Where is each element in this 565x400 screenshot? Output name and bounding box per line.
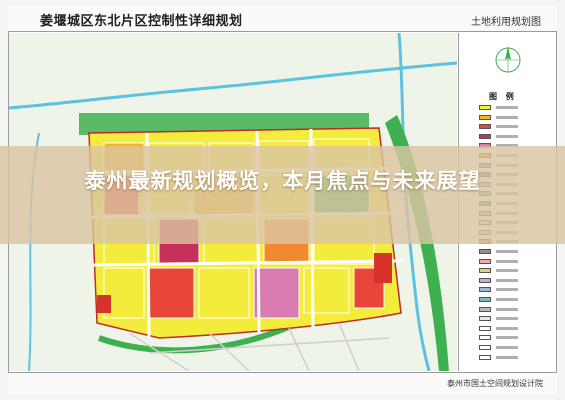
north-arrow-icon bbox=[495, 46, 521, 73]
plan-title: 姜堰城区东北片区控制性详细规划 bbox=[40, 14, 243, 29]
legend-label bbox=[496, 250, 518, 253]
legend-swatch bbox=[479, 345, 491, 350]
legend-swatch bbox=[479, 306, 491, 312]
map-image-frame: 姜堰城区东北片区控制性详细规划 土地利用规划图 图 例 泰州市国土空间规划设计院… bbox=[0, 0, 565, 400]
legend-label bbox=[496, 259, 518, 263]
sheet-name: 土地利用规划图 bbox=[471, 17, 541, 28]
legend-label bbox=[496, 134, 518, 138]
commercial-parcel-west bbox=[97, 295, 111, 313]
legend-label bbox=[496, 346, 518, 349]
plan-footer: 泰州市国土空间规划设计院 bbox=[8, 372, 557, 394]
legend-swatch bbox=[479, 133, 491, 139]
legend-label bbox=[496, 106, 518, 109]
legend-swatch bbox=[479, 114, 491, 120]
legend-swatch bbox=[479, 287, 491, 293]
legend-swatch bbox=[479, 258, 491, 264]
legend-heading: 图 例 bbox=[489, 92, 517, 101]
legend-swatch bbox=[479, 325, 491, 331]
legend-label bbox=[496, 317, 518, 321]
legend-label bbox=[496, 278, 518, 282]
legend-swatch bbox=[479, 297, 491, 302]
headline-banner: 泰州最新规划概览，本月焦点与未来展望 bbox=[0, 146, 565, 244]
legend-label bbox=[496, 298, 518, 301]
legend-label bbox=[496, 269, 518, 273]
legend-label bbox=[496, 125, 518, 129]
legend-swatch bbox=[479, 249, 491, 254]
legend-label bbox=[496, 288, 518, 292]
legend-swatch bbox=[479, 335, 491, 341]
legend-label bbox=[496, 115, 518, 119]
legend-label bbox=[496, 307, 518, 311]
legend-swatch bbox=[479, 105, 491, 110]
legend-swatch bbox=[479, 316, 491, 322]
planning-organization: 泰州市国土空间规划设计院 bbox=[447, 379, 543, 388]
commercial-parcel bbox=[374, 253, 392, 283]
legend-label bbox=[496, 336, 518, 340]
legend-label bbox=[496, 326, 518, 330]
legend-swatch bbox=[479, 268, 491, 274]
legend-swatch bbox=[479, 124, 491, 130]
headline-text: 泰州最新规划概览，本月焦点与未来展望 bbox=[84, 169, 481, 193]
legend-swatch bbox=[479, 354, 491, 360]
legend-label bbox=[496, 355, 518, 359]
legend-swatch bbox=[479, 277, 491, 283]
plan-title-bar: 姜堰城区东北片区控制性详细规划 土地利用规划图 bbox=[8, 6, 557, 32]
